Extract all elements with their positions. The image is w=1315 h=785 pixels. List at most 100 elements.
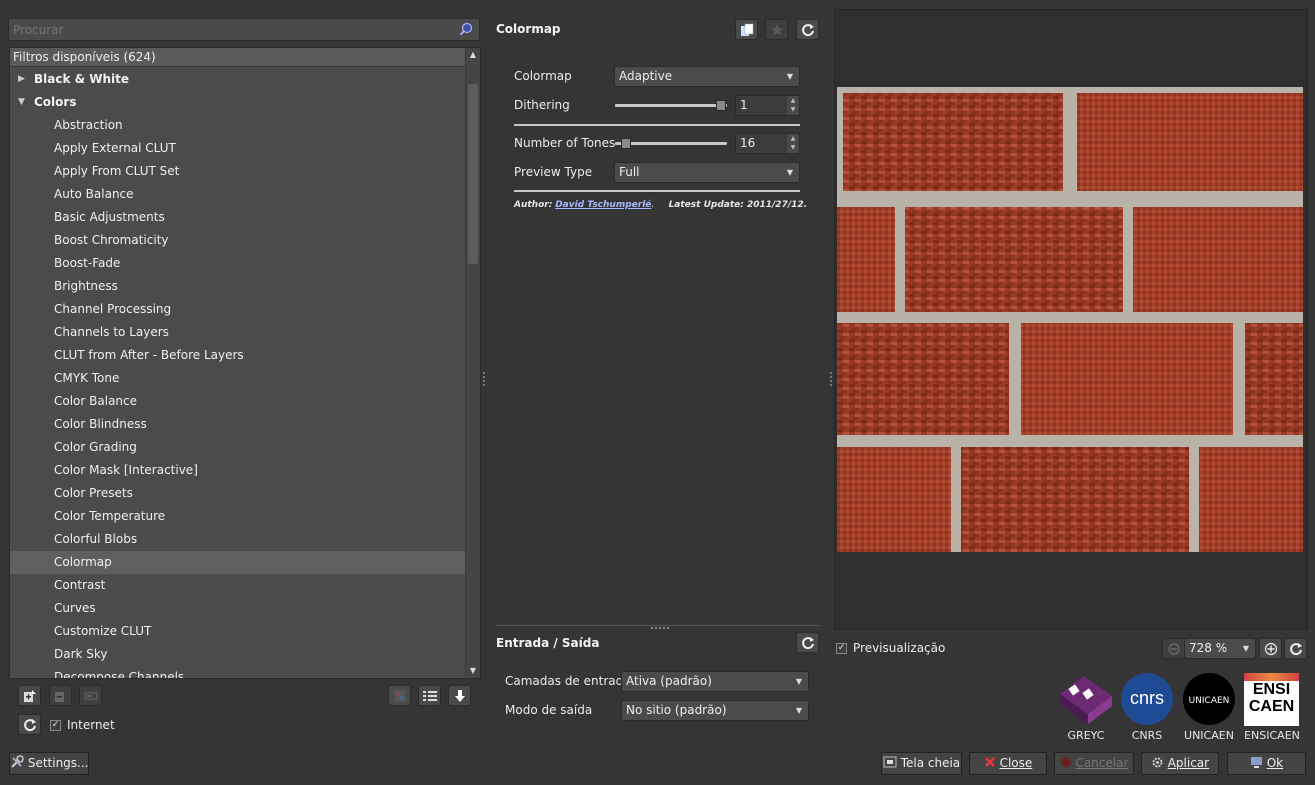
zoom-reset-button[interactable] bbox=[1284, 638, 1307, 659]
spin-arrows-icon[interactable]: ▲ ▼ bbox=[787, 134, 799, 153]
filter-item[interactable]: Contrast bbox=[10, 574, 466, 597]
gear-icon bbox=[1152, 757, 1163, 768]
fullscreen-button[interactable]: Tela cheia bbox=[881, 752, 962, 775]
filter-item[interactable]: Color Mask [Interactive] bbox=[10, 459, 466, 482]
filter-item[interactable]: Color Balance bbox=[10, 390, 466, 413]
selection-mode-button[interactable] bbox=[418, 685, 441, 706]
spin-arrows-icon[interactable]: ▲ ▼ bbox=[787, 96, 799, 115]
filter-item[interactable]: CLUT from After - Before Layers bbox=[10, 344, 466, 367]
ok-icon bbox=[1250, 757, 1262, 768]
tones-slider-handle[interactable] bbox=[621, 138, 631, 149]
refresh-icon bbox=[801, 24, 814, 37]
copy-icon bbox=[740, 23, 753, 36]
list-check-icon bbox=[422, 691, 437, 701]
io-divider bbox=[496, 625, 819, 626]
category-colors[interactable]: ▼ Colors bbox=[10, 91, 466, 114]
filter-item[interactable]: Boost-Fade bbox=[10, 252, 466, 275]
rename-favorite-button[interactable] bbox=[79, 685, 102, 706]
filter-item[interactable]: Decompose Channels bbox=[10, 666, 466, 678]
zoom-select[interactable]: 728 % ▼ bbox=[1184, 638, 1256, 659]
filter-item[interactable]: Abstraction bbox=[10, 114, 466, 137]
filter-item[interactable]: Brightness bbox=[10, 275, 466, 298]
tools-icon bbox=[11, 755, 24, 768]
preview-checkbox[interactable]: ✓ bbox=[836, 643, 847, 654]
colormap-select[interactable]: Adaptive ▼ bbox=[614, 66, 800, 87]
collapse-arrow-icon[interactable]: ▼ bbox=[18, 91, 25, 114]
filter-item[interactable]: Channel Processing bbox=[10, 298, 466, 321]
filter-tree[interactable]: Filtros disponíveis (624) ▶ Black & Whit… bbox=[9, 47, 481, 679]
preview-type-select[interactable]: Full ▼ bbox=[614, 162, 800, 183]
tones-spinbox[interactable]: 16 ▲ ▼ bbox=[735, 133, 800, 154]
scroll-down-arrow-icon[interactable]: ▼ bbox=[466, 664, 480, 678]
zoom-value: 728 % bbox=[1189, 641, 1228, 655]
minus-icon bbox=[1168, 643, 1179, 655]
input-layers-value: Ativa (padrão) bbox=[626, 674, 712, 688]
io-splitter-handle[interactable] bbox=[651, 627, 669, 630]
add-favorite-button[interactable] bbox=[18, 685, 41, 706]
add-favorite-icon bbox=[23, 690, 36, 702]
expand-arrow-icon[interactable]: ▶ bbox=[18, 68, 25, 91]
expand-all-button[interactable] bbox=[448, 685, 471, 706]
filter-item[interactable]: Color Blindness bbox=[10, 413, 466, 436]
filter-search-field[interactable] bbox=[8, 18, 480, 41]
filter-item[interactable]: Color Presets bbox=[10, 482, 466, 505]
cancel-button[interactable]: Cancelar bbox=[1054, 752, 1134, 775]
io-reset-button[interactable] bbox=[796, 632, 819, 653]
output-mode-label: Modo de saída bbox=[505, 703, 593, 717]
filter-item[interactable]: Auto Balance bbox=[10, 183, 466, 206]
visibility-button[interactable] bbox=[388, 685, 411, 706]
filter-item[interactable]: Curves bbox=[10, 597, 466, 620]
filter-item[interactable]: Apply From CLUT Set bbox=[10, 160, 466, 183]
preview-image[interactable] bbox=[837, 87, 1303, 552]
copy-to-clipboard-button[interactable] bbox=[735, 19, 758, 40]
dithering-spinbox[interactable]: 1 ▲ ▼ bbox=[735, 95, 800, 116]
apply-button[interactable]: Aplicar bbox=[1141, 752, 1219, 775]
settings-button[interactable]: Settings... bbox=[9, 752, 89, 775]
right-splitter-handle[interactable] bbox=[830, 372, 832, 386]
scroll-up-arrow-icon[interactable]: ▲ bbox=[466, 48, 480, 62]
filter-item[interactable]: Boost Chromaticity bbox=[10, 229, 466, 252]
remove-favorite-button[interactable] bbox=[49, 685, 72, 706]
update-filters-button[interactable] bbox=[18, 714, 41, 735]
cnrs-label: CNRS bbox=[1131, 729, 1163, 742]
stop-icon bbox=[1060, 757, 1071, 767]
filter-item[interactable]: Basic Adjustments bbox=[10, 206, 466, 229]
zoom-in-button[interactable] bbox=[1259, 638, 1282, 659]
input-layers-select[interactable]: Ativa (padrão) ▼ bbox=[621, 671, 809, 692]
output-mode-select[interactable]: No sitio (padrão) ▼ bbox=[621, 700, 809, 721]
internet-checkbox[interactable]: ✓ bbox=[50, 720, 61, 731]
dithering-slider-handle[interactable] bbox=[716, 100, 726, 111]
preview-type-label: Preview Type bbox=[514, 165, 593, 179]
dithering-label: Dithering bbox=[514, 98, 570, 112]
close-button[interactable]: Close bbox=[969, 752, 1047, 775]
left-splitter-handle[interactable] bbox=[483, 372, 485, 386]
favorite-star-button[interactable] bbox=[765, 19, 788, 40]
tree-scrollbar[interactable]: ▲ ▼ bbox=[465, 48, 480, 678]
dithering-slider[interactable] bbox=[615, 104, 727, 107]
filter-item[interactable]: Colormap bbox=[10, 551, 466, 574]
cnrs-logo: cnrs bbox=[1121, 673, 1173, 725]
search-input[interactable] bbox=[9, 19, 449, 40]
filter-item[interactable]: Dark Sky bbox=[10, 643, 466, 666]
filter-item[interactable]: Channels to Layers bbox=[10, 321, 466, 344]
author-link[interactable]: David Tschumperlé bbox=[555, 200, 651, 210]
author-prefix: Author: bbox=[514, 200, 553, 210]
filter-list[interactable]: ▶ Black & White ▼ Colors Abstraction Appl… bbox=[10, 68, 466, 678]
filter-item[interactable]: Customize CLUT bbox=[10, 620, 466, 643]
zoom-out-button[interactable] bbox=[1162, 638, 1185, 659]
reset-parameters-button[interactable] bbox=[796, 19, 819, 40]
unicaen-wordmark-icon: UNICAEN bbox=[1189, 696, 1230, 706]
category-black-white[interactable]: ▶ Black & White bbox=[10, 68, 466, 91]
filter-item[interactable]: CMYK Tone bbox=[10, 367, 466, 390]
refresh-icon bbox=[801, 637, 814, 650]
tones-slider[interactable] bbox=[615, 142, 727, 145]
filter-item[interactable]: Apply External CLUT bbox=[10, 137, 466, 160]
filter-item[interactable]: Colorful Blobs bbox=[10, 528, 466, 551]
filter-item[interactable]: Color Grading bbox=[10, 436, 466, 459]
category-label: Colors bbox=[34, 95, 77, 109]
chevron-down-icon: ▼ bbox=[795, 677, 802, 686]
filter-item[interactable]: Color Temperature bbox=[10, 505, 466, 528]
scrollbar-thumb[interactable] bbox=[468, 84, 478, 264]
remove-favorite-icon bbox=[54, 692, 64, 702]
ok-button[interactable]: Ok bbox=[1227, 752, 1306, 775]
